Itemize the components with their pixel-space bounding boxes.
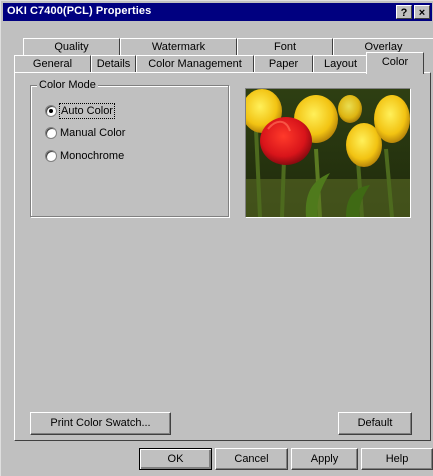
cancel-button[interactable]: Cancel: [215, 448, 288, 470]
color-preview-image: [245, 88, 411, 218]
properties-dialog: OKI C7400(PCL) Properties ? × Quality Wa…: [0, 0, 433, 476]
radio-monochrome-label: Monochrome: [60, 150, 125, 162]
help-icon[interactable]: ?: [396, 5, 412, 19]
tab-color[interactable]: Color: [366, 52, 424, 74]
tab-color-management[interactable]: Color Management: [136, 55, 254, 72]
print-color-swatch-button[interactable]: Print Color Swatch...: [30, 412, 171, 435]
tab-general[interactable]: General: [14, 55, 91, 72]
title-bar[interactable]: OKI C7400(PCL) Properties ? ×: [3, 3, 432, 21]
apply-button[interactable]: Apply: [291, 448, 358, 470]
close-icon[interactable]: ×: [414, 5, 430, 19]
tab-layout[interactable]: Layout: [313, 55, 368, 72]
radio-selected-dot: [49, 109, 53, 113]
help-button[interactable]: Help: [361, 448, 433, 470]
tab-watermark[interactable]: Watermark: [120, 38, 237, 55]
print-color-swatch-label: Print Color Swatch...: [50, 417, 151, 429]
tab-font[interactable]: Font: [237, 38, 333, 55]
radio-manual-color-button[interactable]: [45, 127, 57, 139]
tab-paper[interactable]: Paper: [254, 55, 313, 72]
cancel-label: Cancel: [234, 453, 269, 465]
default-label: Default: [357, 417, 393, 429]
tab-details[interactable]: Details: [91, 55, 136, 72]
radio-manual-color-label: Manual Color: [60, 127, 126, 139]
ok-label: OK: [167, 453, 184, 465]
radio-auto-color-button[interactable]: [45, 105, 57, 117]
default-button[interactable]: Default: [338, 412, 412, 435]
tab-quality[interactable]: Quality: [23, 38, 120, 55]
tulips-image: [246, 89, 410, 217]
color-mode-group-label: Color Mode: [37, 79, 98, 91]
apply-label: Apply: [310, 453, 339, 465]
radio-auto-color-label: Auto Color: [59, 103, 115, 119]
help-label: Help: [385, 453, 409, 465]
ok-button[interactable]: OK: [139, 448, 212, 470]
window-title: OKI C7400(PCL) Properties: [7, 5, 152, 17]
radio-monochrome-button[interactable]: [45, 150, 57, 162]
